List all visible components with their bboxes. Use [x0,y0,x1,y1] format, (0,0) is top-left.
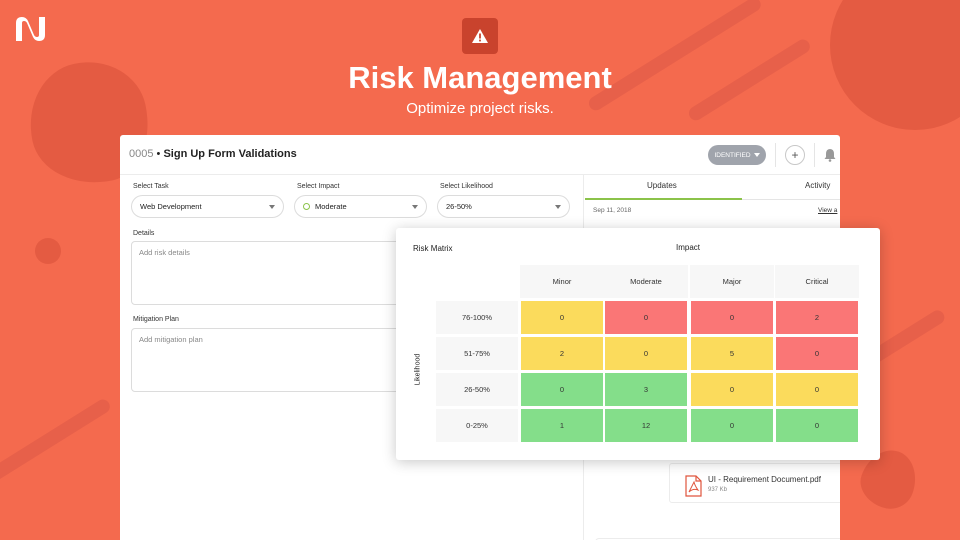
impact-header-minor: Minor [520,265,604,298]
attachment-name: UI - Requirement Document.pdf [708,475,821,484]
matrix-cell[interactable]: 0 [521,301,603,334]
attachment-item[interactable]: UI - Requirement Document.pdf 937 Kb [669,463,840,503]
caret-down-icon [269,205,275,209]
matrix-cell[interactable]: 2 [776,301,858,334]
task-name: Sign Up Form Validations [163,148,297,160]
matrix-cell[interactable]: 2 [521,337,603,370]
matrix-cell[interactable]: 12 [605,409,687,442]
status-label: IDENTIFIED [714,151,751,159]
matrix-cell[interactable]: 0 [776,373,858,406]
likelihood-axis-title: Likelihood [414,353,422,386]
task-title: 0005 • Sign Up Form Validations [129,148,297,160]
likelihood-row-label: 26-50% [436,373,518,406]
matrix-cell[interactable]: 0 [691,409,773,442]
plus-icon: + [791,148,799,162]
impact-select-value: Moderate [315,202,347,211]
matrix-cell[interactable]: 0 [691,301,773,334]
divider [814,143,815,167]
chevron-down-icon [753,153,760,157]
risk-matrix-title: Risk Matrix [413,244,453,253]
impact-axis-title: Impact [676,243,701,252]
update-date: Sep 11, 2018 [593,207,632,214]
task-label: Select Task [133,183,169,190]
details-label: Details [133,230,155,237]
likelihood-row-label: 0-25% [436,409,518,442]
background-stroke [0,396,113,483]
likelihood-select-value: 26-50% [446,202,472,211]
tab-activity[interactable]: Activity [805,181,830,190]
caret-down-icon [412,205,418,209]
mitigation-placeholder: Add mitigation plan [139,335,203,344]
matrix-cell[interactable]: 3 [605,373,687,406]
hero-subtitle: Optimize project risks. [406,100,554,117]
matrix-cell[interactable]: 0 [691,373,773,406]
card-header: 0005 • Sign Up Form Validations IDENTIFI… [120,135,840,175]
bell-icon[interactable] [824,148,836,162]
matrix-cell[interactable]: 1 [521,409,603,442]
divider [775,143,776,167]
matrix-cell[interactable]: 0 [605,337,687,370]
likelihood-row-label: 76-100% [436,301,518,334]
tab-active-indicator [585,198,742,200]
moderate-impact-icon [303,203,310,210]
attachment-size: 937 Kb [708,487,728,493]
impact-header-major: Major [690,265,774,298]
background-dot [35,238,61,264]
view-all-link[interactable]: View a [818,207,837,214]
add-button[interactable]: + [785,145,805,165]
task-separator: • [156,148,161,160]
impact-select[interactable]: Moderate [294,195,427,218]
likelihood-row-label: 51-75% [436,337,518,370]
warning-icon [462,18,498,54]
impact-header-critical: Critical [775,265,859,298]
task-select[interactable]: Web Development [131,195,284,218]
mitigation-label: Mitigation Plan [133,316,179,323]
details-placeholder: Add risk details [139,248,190,257]
status-dropdown[interactable]: IDENTIFIED [708,145,766,165]
caret-down-icon [555,205,561,209]
likelihood-label: Select Likelihood [440,183,493,190]
task-select-value: Web Development [140,202,202,211]
matrix-cell[interactable]: 5 [691,337,773,370]
matrix-cell[interactable]: 0 [521,373,603,406]
hero-title: Risk Management [348,60,612,95]
matrix-cell[interactable]: 0 [776,409,858,442]
risk-matrix-panel: Risk Matrix Impact Likelihood Minor Moder… [396,228,880,460]
impact-header-moderate: Moderate [604,265,688,298]
pdf-icon [685,475,702,497]
matrix-cell[interactable]: 0 [605,301,687,334]
matrix-cell[interactable]: 0 [776,337,858,370]
brand-logo [14,14,48,44]
likelihood-select[interactable]: 26-50% [437,195,570,218]
task-number: 0005 [129,148,154,160]
tab-updates[interactable]: Updates [647,181,677,190]
impact-label: Select Impact [297,183,340,190]
